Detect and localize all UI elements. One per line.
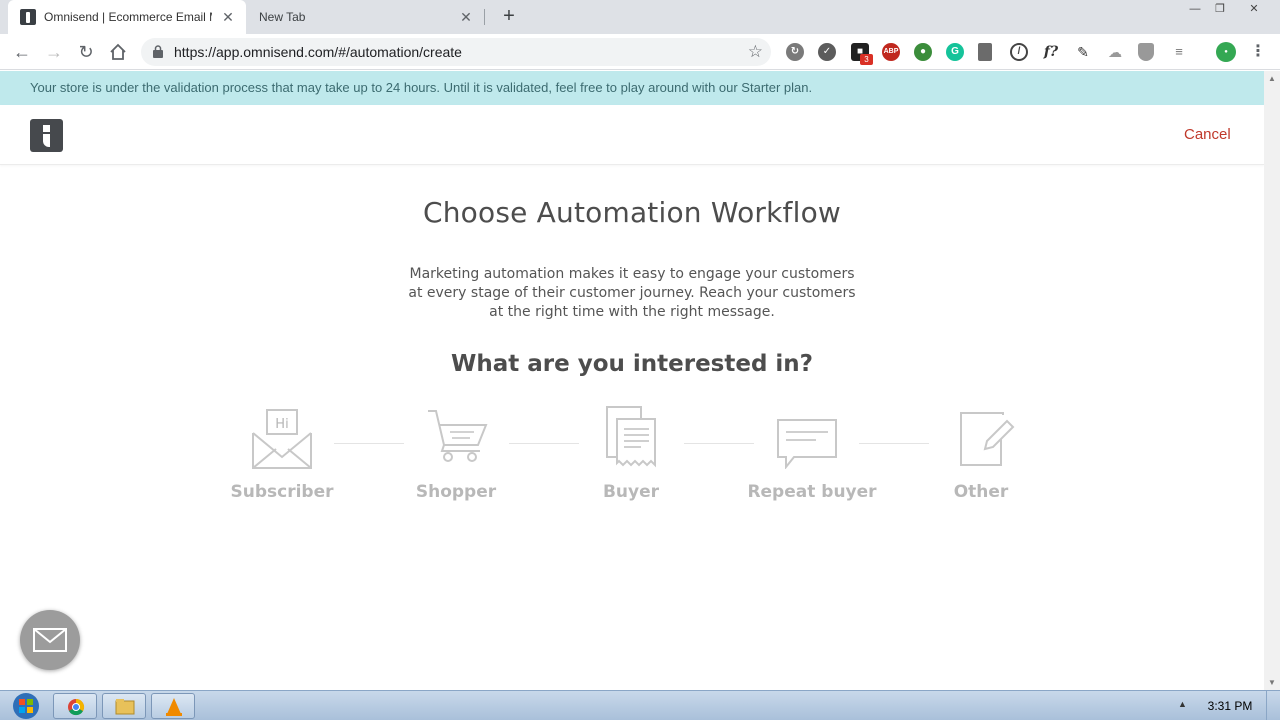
home-icon[interactable] <box>106 40 130 64</box>
back-icon[interactable]: ← <box>10 40 34 64</box>
forward-icon[interactable]: → <box>42 40 66 64</box>
bookmark-icon[interactable] <box>978 43 992 61</box>
address-bar[interactable]: https://app.omnisend.com/#/automation/cr… <box>141 38 771 66</box>
minimize-icon[interactable]: — <box>1184 0 1206 18</box>
reload-icon[interactable]: ↻ <box>74 40 98 64</box>
vlc-icon <box>166 698 182 716</box>
shield-icon[interactable] <box>1138 43 1154 61</box>
option-label: Shopper <box>415 482 497 502</box>
taskbar-clock[interactable]: 3:31 PM <box>1200 691 1260 720</box>
scroll-down-icon[interactable]: ▼ <box>1268 678 1276 687</box>
section-title: What are you interested in? <box>450 351 814 377</box>
option-buyer[interactable]: Buyer <box>561 405 701 505</box>
omnisend-logo-icon[interactable] <box>30 119 63 152</box>
more-menu-icon[interactable]: ⋮ <box>1250 43 1266 61</box>
globe-icon[interactable]: ● <box>914 43 932 61</box>
page-description: Marketing automation makes it easy to en… <box>408 266 856 320</box>
vertical-scrollbar[interactable]: ▲ ▼ <box>1264 71 1280 690</box>
option-label: Other <box>953 482 1009 502</box>
tray-expand-icon[interactable]: ▲ <box>1178 699 1187 709</box>
edit-page-icon <box>960 412 1015 466</box>
option-subscriber[interactable]: Hi Subscriber <box>212 405 352 505</box>
envelope-hi-icon: Hi <box>252 409 312 469</box>
tab-new-tab[interactable]: New Tab ✕ <box>246 0 484 34</box>
bookmark-star-icon[interactable]: ☆ <box>748 42 763 62</box>
start-button[interactable] <box>8 691 44 720</box>
chrome-icon <box>68 698 85 716</box>
mail-chat-button[interactable] <box>20 610 80 670</box>
close-icon[interactable]: ✕ <box>458 9 474 25</box>
lock-icon <box>153 45 163 58</box>
option-label: Buyer <box>602 482 660 502</box>
tab-strip: Omnisend | Ecommerce Email M ✕ New Tab ✕… <box>0 0 1280 34</box>
windows-logo-icon <box>13 693 39 719</box>
url-text: https://app.omnisend.com/#/automation/cr… <box>174 44 462 60</box>
circle-check-icon[interactable]: ✓ <box>818 43 836 61</box>
option-other[interactable]: Other <box>911 405 1051 505</box>
omnisend-favicon-icon <box>20 9 36 25</box>
validation-banner: Your store is under the validation proce… <box>0 71 1264 105</box>
taskbar-vlc[interactable] <box>151 693 195 719</box>
cancel-button[interactable]: Cancel <box>1184 105 1231 165</box>
option-shopper[interactable]: Shopper <box>386 405 526 505</box>
taskbar-explorer[interactable] <box>102 693 146 719</box>
restore-icon[interactable]: ❐ <box>1209 0 1231 18</box>
option-label: Subscriber <box>230 482 334 502</box>
profile-icon[interactable]: ● <box>1216 42 1236 62</box>
adblock-icon[interactable]: ABP <box>882 43 900 61</box>
grammarly-icon[interactable]: G <box>946 43 964 61</box>
no-icon[interactable]: / <box>1010 43 1028 61</box>
show-desktop-button[interactable] <box>1266 691 1280 720</box>
pen-icon[interactable]: ✎ <box>1074 43 1092 61</box>
tab-title: New Tab <box>259 10 306 24</box>
window-close-icon[interactable]: ✕ <box>1240 0 1268 18</box>
page-title: Choose Automation Workflow <box>422 196 842 229</box>
close-icon[interactable]: ✕ <box>220 9 236 25</box>
chat-bubble-icon <box>777 419 837 469</box>
browser-toolbar: ← → ↻ https://app.omnisend.com/#/automat… <box>0 34 1280 70</box>
banner-text: Your store is under the validation proce… <box>30 80 813 95</box>
tab-omnisend[interactable]: Omnisend | Ecommerce Email M ✕ <box>8 0 246 34</box>
envelope-text: Hi <box>275 417 288 432</box>
new-tab-button[interactable]: + <box>499 6 519 27</box>
scroll-up-icon[interactable]: ▲ <box>1268 74 1276 83</box>
list-icon[interactable]: ≡ <box>1170 43 1188 61</box>
formula-icon[interactable]: f? <box>1042 43 1060 61</box>
folder-icon <box>115 699 135 715</box>
cloud-icon[interactable]: ☁ <box>1106 43 1124 61</box>
option-repeat-buyer[interactable]: Repeat buyer <box>742 405 882 505</box>
option-label: Repeat buyer <box>747 482 877 502</box>
taskbar-chrome[interactable] <box>53 693 97 719</box>
receipt-icon <box>606 406 656 468</box>
cart-icon <box>428 410 488 462</box>
mail-icon <box>33 628 67 652</box>
tab-title: Omnisend | Ecommerce Email M <box>44 10 212 24</box>
app-header: Cancel <box>0 105 1264 165</box>
sync-icon[interactable]: ↻ <box>786 43 804 61</box>
os-taskbar: ▲ 3:31 PM <box>0 690 1280 720</box>
extension-badge: 3 <box>860 54 873 65</box>
tab-divider <box>484 9 485 25</box>
